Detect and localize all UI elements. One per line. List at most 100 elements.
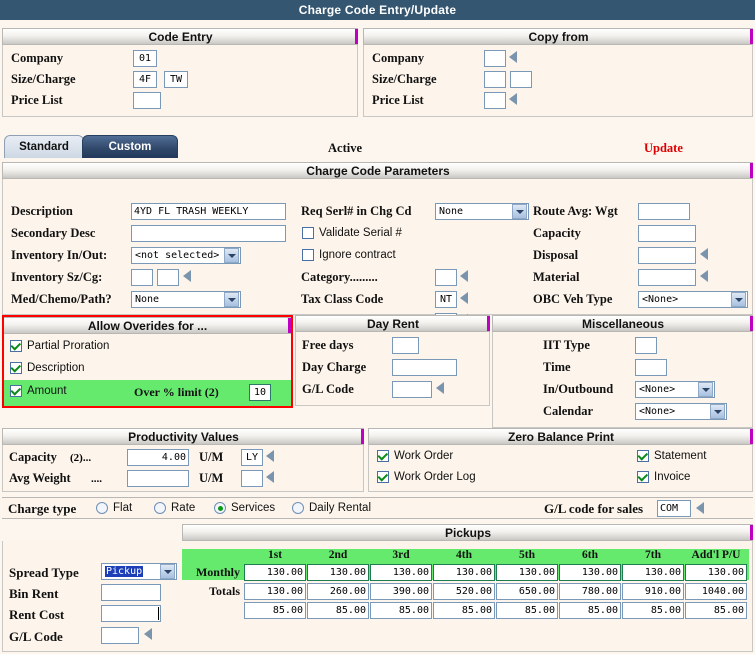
over-limit-input[interactable]: 10 xyxy=(249,384,271,401)
checkbox-icon[interactable] xyxy=(637,450,649,462)
company-input[interactable]: 01 xyxy=(133,50,157,67)
pickups-cell[interactable]: 780.00 xyxy=(559,583,621,600)
pickups-cell[interactable]: 130.00 xyxy=(559,564,621,581)
checkbox-icon[interactable] xyxy=(302,227,314,239)
disposal-lookup-icon[interactable] xyxy=(700,248,708,260)
pickups-cell[interactable]: 130.00 xyxy=(244,583,306,600)
pickups-cell[interactable]: 85.00 xyxy=(370,602,432,619)
checkbox-icon[interactable] xyxy=(10,385,22,397)
pickups-cell[interactable]: 1040.00 xyxy=(685,583,747,600)
charge-input[interactable]: TW xyxy=(164,71,188,88)
pickups-cell[interactable]: 130.00 xyxy=(370,564,432,581)
chevron-down-icon[interactable] xyxy=(512,204,527,219)
pickups-cell[interactable]: 85.00 xyxy=(622,602,684,619)
time-input[interactable] xyxy=(635,359,667,376)
day-rent-gl-code-lookup-icon[interactable] xyxy=(436,382,444,394)
pickups-cell[interactable]: 130.00 xyxy=(244,564,306,581)
chevron-down-icon[interactable] xyxy=(224,292,239,307)
secondary-desc-input[interactable] xyxy=(131,225,286,242)
inventory-szcg-lookup-icon[interactable] xyxy=(183,270,191,282)
tab-standard[interactable]: Standard xyxy=(4,135,84,158)
pickups-cell[interactable]: 910.00 xyxy=(622,583,684,600)
checkbox-icon[interactable] xyxy=(302,249,314,261)
chevron-down-icon[interactable] xyxy=(698,382,713,397)
material-input[interactable] xyxy=(638,269,696,286)
route-avg-wgt-input[interactable] xyxy=(638,203,690,220)
checkbox-icon[interactable] xyxy=(377,471,389,483)
chevron-down-icon[interactable] xyxy=(224,248,239,263)
copy-price-list-lookup-icon[interactable] xyxy=(509,93,517,105)
checkbox-icon[interactable] xyxy=(10,362,22,374)
checkbox-icon[interactable] xyxy=(377,450,389,462)
copy-company-lookup-icon[interactable] xyxy=(509,51,517,63)
inventory-inout-select[interactable]: <not selected> xyxy=(131,247,241,264)
validate-serial-checkbox[interactable]: Validate Serial # xyxy=(302,227,402,239)
pickups-cell[interactable]: 390.00 xyxy=(370,583,432,600)
chevron-down-icon[interactable] xyxy=(160,564,175,579)
chevron-down-icon[interactable] xyxy=(710,404,725,419)
category-input[interactable] xyxy=(435,269,457,286)
copy-price-list-input[interactable] xyxy=(484,92,506,109)
pickups-cell[interactable]: 85.00 xyxy=(433,602,495,619)
pickups-cell[interactable]: 130.00 xyxy=(685,564,747,581)
work-order-checkbox[interactable]: Work Order xyxy=(377,450,453,462)
prod-capacity-um-lookup-icon[interactable] xyxy=(266,450,274,462)
calendar-select[interactable]: <None> xyxy=(635,403,727,420)
pickups-cell[interactable]: 85.00 xyxy=(496,602,558,619)
capacity-input[interactable] xyxy=(638,225,696,242)
prod-capacity-input[interactable]: 4.00 xyxy=(127,449,189,466)
in-outbound-select[interactable]: <None> xyxy=(635,381,715,398)
size-input[interactable]: 4F xyxy=(133,71,157,88)
chevron-down-icon[interactable] xyxy=(731,292,746,307)
description-input[interactable]: 4YD FL TRASH WEEKLY xyxy=(131,203,286,220)
pickups-cell[interactable]: 130.00 xyxy=(307,564,369,581)
free-days-input[interactable] xyxy=(392,337,419,354)
material-lookup-icon[interactable] xyxy=(700,270,708,282)
ignore-contract-checkbox[interactable]: Ignore contract xyxy=(302,249,396,261)
statement-checkbox[interactable]: Statement xyxy=(637,450,706,462)
override-description-checkbox[interactable]: Description xyxy=(10,362,85,374)
gl-code-sales-lookup-icon[interactable] xyxy=(696,502,704,514)
checkbox-icon[interactable] xyxy=(637,471,649,483)
charge-type-option-rate[interactable]: Rate xyxy=(154,502,195,514)
bin-rent-input[interactable] xyxy=(101,584,161,601)
day-charge-input[interactable] xyxy=(392,359,457,376)
charge-type-option-daily-rental[interactable]: Daily Rental xyxy=(292,502,371,514)
amount-checkbox[interactable]: Amount xyxy=(10,385,67,397)
work-order-log-checkbox[interactable]: Work Order Log xyxy=(377,471,476,483)
inventory-cg-input[interactable] xyxy=(157,269,179,286)
pickups-cell[interactable]: 130.00 xyxy=(433,564,495,581)
bottom-gl-code-lookup-icon[interactable] xyxy=(144,628,152,640)
partial-proration-checkbox[interactable]: Partial Proration xyxy=(10,340,109,352)
tab-custom[interactable]: Custom xyxy=(82,135,178,158)
tax-class-input[interactable]: NT xyxy=(435,291,457,308)
pickups-cell[interactable]: 85.00 xyxy=(307,602,369,619)
obc-veh-type-select[interactable]: <None> xyxy=(638,291,748,308)
day-rent-gl-code-input[interactable] xyxy=(392,381,432,398)
gl-code-sales-input[interactable]: COM xyxy=(657,500,691,517)
price-list-input[interactable] xyxy=(133,92,161,109)
radio-icon[interactable] xyxy=(292,502,304,514)
category-lookup-icon[interactable] xyxy=(460,270,468,282)
checkbox-icon[interactable] xyxy=(10,340,22,352)
prod-capacity-um-input[interactable]: LY xyxy=(241,449,263,466)
copy-size-input[interactable] xyxy=(484,71,506,88)
req-serl-select[interactable]: None xyxy=(435,203,529,220)
med-chemo-path-select[interactable]: None xyxy=(131,291,241,308)
radio-icon[interactable] xyxy=(214,502,226,514)
tax-class-lookup-icon[interactable] xyxy=(460,292,468,304)
avg-weight-um-input[interactable] xyxy=(241,470,263,487)
rent-cost-input[interactable] xyxy=(101,605,161,622)
radio-icon[interactable] xyxy=(96,502,108,514)
copy-company-input[interactable] xyxy=(484,50,506,67)
iit-type-input[interactable] xyxy=(635,337,657,354)
copy-charge-input[interactable] xyxy=(510,71,532,88)
pickups-cell[interactable]: 130.00 xyxy=(622,564,684,581)
charge-type-option-services[interactable]: Services xyxy=(214,502,275,514)
spread-type-select[interactable]: Pickup xyxy=(101,563,177,580)
bottom-gl-code-input[interactable] xyxy=(101,627,139,644)
pickups-cell[interactable]: 130.00 xyxy=(496,564,558,581)
pickups-cell[interactable]: 85.00 xyxy=(685,602,747,619)
avg-weight-um-lookup-icon[interactable] xyxy=(266,471,274,483)
disposal-input[interactable] xyxy=(638,247,696,264)
